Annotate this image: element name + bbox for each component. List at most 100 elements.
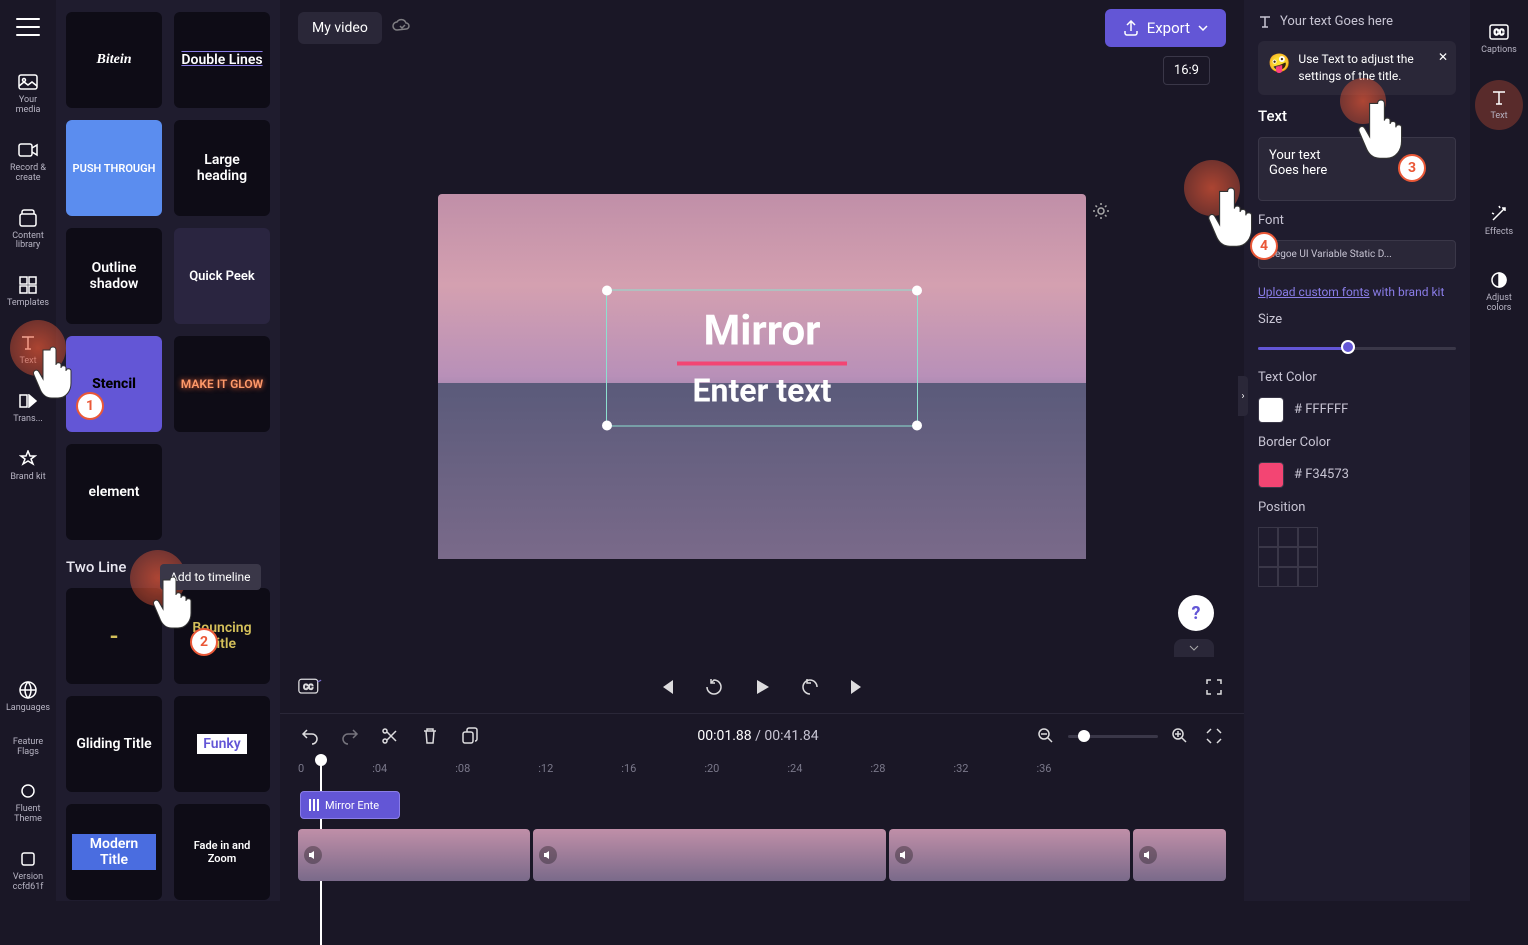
duplicate-button[interactable] [458,724,482,748]
nav-text[interactable]: Text [4,325,52,375]
text-card-quick-peek[interactable]: Quick Peek [174,228,270,324]
undo-button[interactable] [298,724,322,748]
size-slider[interactable] [1258,347,1456,350]
text-card-funky[interactable]: Funky [174,696,270,792]
video-preview[interactable]: Mirror Enter text [438,194,1086,559]
panel-header-text: Your text Goes here [1280,14,1393,29]
skip-back-button[interactable] [654,675,678,699]
right-panel-collapse[interactable]: › [1238,376,1248,416]
expand-toggle[interactable] [1174,639,1214,657]
nav-transitions[interactable]: Trans... [4,383,52,433]
text-icon [1489,88,1509,108]
hamburger-menu[interactable] [16,18,40,36]
text-card-modern-title[interactable]: Modern Title [66,804,162,900]
card-label: - [110,622,119,650]
pos-bc[interactable] [1278,567,1298,587]
split-button[interactable] [378,724,402,748]
font-select[interactable]: Segoe UI Variable Static D... [1258,240,1456,269]
video-clip[interactable] [298,829,530,881]
svg-text:CC: CC [303,683,313,692]
clip-audio-icon[interactable] [539,846,557,864]
pos-tl[interactable] [1258,527,1278,547]
skip-forward-button[interactable] [846,675,870,699]
redo-button[interactable] [338,724,362,748]
text-card-large-heading[interactable]: Large heading [174,120,270,216]
pos-ml[interactable] [1258,547,1278,567]
resize-handle[interactable] [912,420,922,430]
pos-tr[interactable] [1298,527,1318,547]
nav-version[interactable]: Version ccfd61f [4,841,52,901]
tip-close-button[interactable]: ✕ [1438,49,1448,66]
clip-audio-icon[interactable] [304,846,322,864]
pos-mr[interactable] [1298,547,1318,567]
text-card-bitein[interactable]: Bitein [66,12,162,108]
nav-feature-flags[interactable]: Feature Flags [4,730,52,766]
clip-audio-icon[interactable] [1139,846,1157,864]
clip-audio-icon[interactable] [895,846,913,864]
text-card-outline-shadow[interactable]: Outline shadow [66,228,162,324]
nav-label: Record & create [8,164,48,184]
rewind-button[interactable] [702,675,726,699]
project-title[interactable]: My video [298,12,382,44]
ruler-mark: :36 [1036,762,1051,775]
delete-button[interactable] [418,724,442,748]
text-card-stencil[interactable]: Stencil [66,336,162,432]
text-input[interactable] [1258,137,1456,201]
nav-languages[interactable]: Languages [4,672,52,722]
nav-templates[interactable]: Templates [4,267,52,317]
rnav-captions[interactable]: CC Captions [1475,14,1523,64]
brandkit-icon [18,449,38,469]
help-button[interactable]: ? [1178,595,1214,631]
nav-fluent-theme[interactable]: Fluent Theme [4,773,52,833]
fit-button[interactable] [1202,724,1226,748]
forward-button[interactable] [798,675,822,699]
resize-handle[interactable] [602,285,612,295]
zoom-slider[interactable] [1068,735,1158,738]
timeline-ruler[interactable]: 0 :04 :08 :12 :16 :20 :24 :28 :32 :36 [280,758,1244,785]
border-color-swatch[interactable] [1258,462,1284,488]
card-label: Bitein [96,52,131,68]
text-card-fade-zoom[interactable]: Fade in and Zoom [174,804,270,900]
play-button[interactable] [750,675,774,699]
pos-br[interactable] [1298,567,1318,587]
nav-record-create[interactable]: Record & create [4,132,52,192]
text-card-gliding-title[interactable]: Gliding Title [66,696,162,792]
text-selection-box[interactable]: Mirror Enter text [606,289,918,426]
text-card-dash[interactable]: - [66,588,162,684]
captions-toggle[interactable]: CC [298,675,322,699]
text-card-bouncing-title[interactable]: Bouncing Title [174,588,270,684]
aspect-ratio-badge[interactable]: 16:9 [1163,56,1210,85]
rnav-adjust-colors[interactable]: Adjust colors [1475,262,1523,322]
nav-content-library[interactable]: Content library [4,200,52,260]
text-card-element[interactable]: element [66,444,162,540]
video-clip[interactable] [1133,829,1226,881]
zoom-out-button[interactable] [1034,724,1058,748]
export-button[interactable]: Export [1105,9,1226,47]
nav-your-media[interactable]: Your media [4,64,52,124]
sync-icon[interactable] [392,18,412,38]
rnav-effects[interactable]: Effects [1475,196,1523,246]
transitions-icon [18,391,38,411]
pos-tc[interactable] [1278,527,1298,547]
video-clip[interactable] [533,829,886,881]
adjust-colors-icon [1489,270,1509,290]
text-clip[interactable]: Mirror Ente [300,791,400,819]
text-color-swatch[interactable] [1258,397,1284,423]
video-clip[interactable] [889,829,1130,881]
upload-fonts-link[interactable]: Upload custom fonts with brand kit [1258,281,1456,300]
text-card-make-it-glow[interactable]: MAKE IT GLOW [174,336,270,432]
ruler-mark: :08 [455,762,470,775]
properties-panel: Your text Goes here 🤪 Use Text to adjust… [1244,0,1470,901]
pos-bl[interactable] [1258,567,1278,587]
text-card-double-lines[interactable]: Double Lines [174,12,270,108]
pos-mc[interactable] [1278,547,1298,567]
zoom-in-button[interactable] [1168,724,1192,748]
rnav-text[interactable]: Text [1475,80,1523,130]
text-card-push-through[interactable]: PUSH THROUGH [66,120,162,216]
resize-handle[interactable] [912,285,922,295]
preview-settings-icon[interactable] [1092,202,1110,224]
fullscreen-button[interactable] [1202,675,1226,699]
nav-brand-kit[interactable]: Brand kit [4,441,52,491]
card-label: Stencil [92,376,136,392]
resize-handle[interactable] [602,420,612,430]
